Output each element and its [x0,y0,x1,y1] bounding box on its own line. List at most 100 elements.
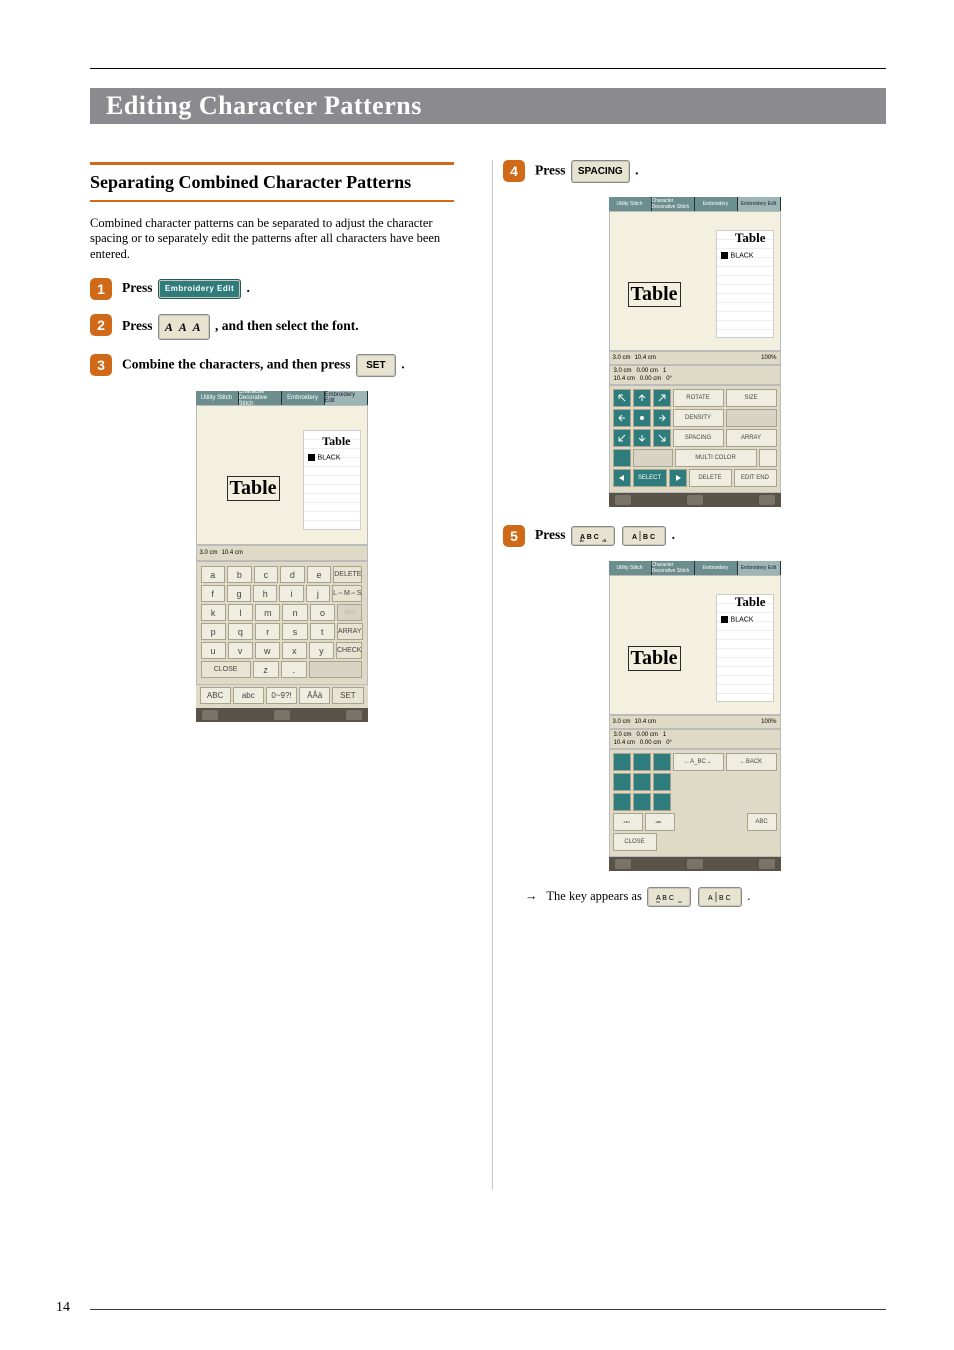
separate-left-button[interactable]: A B C [613,813,643,831]
move-right-button[interactable] [653,409,671,427]
key-o[interactable]: o [310,604,335,621]
key-f[interactable]: f [201,585,225,602]
next-select-button[interactable] [669,469,687,487]
tab-embroidery-edit[interactable]: Embroidery Edit [738,561,781,575]
set-button[interactable]: SET [356,354,396,377]
move-diag-dr-button[interactable] [653,429,671,447]
key-i[interactable]: i [279,585,303,602]
key-m[interactable]: m [255,604,280,621]
tab-embroidery[interactable]: Embroidery [282,391,325,405]
array-button[interactable]: ARRAY [726,429,777,447]
color-button[interactable] [613,449,631,467]
key-dot[interactable]: . [281,661,307,678]
size-button[interactable]: SIZE [726,389,777,407]
spacing-button[interactable]: SPACING [673,429,724,447]
key-b[interactable]: b [227,566,252,583]
move-diag-ul-button[interactable] [613,753,631,771]
tab-embroidery-edit[interactable]: Embroidery Edit [325,391,368,405]
move-up-button[interactable] [633,389,651,407]
move-up-button[interactable] [633,753,651,771]
key-d[interactable]: d [280,566,305,583]
key-x[interactable]: x [282,642,307,659]
key-size[interactable]: L⇔M⇔S [332,585,362,602]
tab-decorative[interactable]: Character Decorative Stitch [652,197,695,211]
separate-left-button-result[interactable]: A B C [647,887,691,907]
move-left-button[interactable] [613,773,631,791]
key-array[interactable]: ARRAY [337,623,363,640]
font-select-button[interactable]: A A A [158,314,210,340]
move-down-button[interactable] [633,793,651,811]
select-button[interactable]: SELECT [633,469,667,487]
key-g[interactable]: g [227,585,251,602]
key-n[interactable]: n [282,604,307,621]
spacing-button[interactable]: SPACING [571,160,630,183]
mode-lower[interactable]: abc [233,687,264,704]
separate-cursor-button[interactable]: A|BC [645,813,675,831]
tab-embroidery[interactable]: Embroidery [695,197,738,211]
center-button[interactable] [633,409,651,427]
tab-utility[interactable]: Utility Stitch [196,391,239,405]
key-c[interactable]: c [254,566,279,583]
delete-button[interactable]: DELETE [689,469,732,487]
move-diag-ul-button[interactable] [613,389,631,407]
key-v[interactable]: v [228,642,253,659]
density-button[interactable]: DENSITY [673,409,724,427]
key-delete[interactable]: DELETE [333,566,362,583]
key-h[interactable]: h [253,585,277,602]
key-case[interactable]: abc [337,604,362,621]
key-y[interactable]: y [309,642,334,659]
key-w[interactable]: w [255,642,280,659]
tab-embroidery-edit[interactable]: Embroidery Edit [738,197,781,211]
mode-numsym[interactable]: 0~9?! [266,687,297,704]
step-text: Press [535,527,569,542]
key-q[interactable]: q [228,623,253,640]
thread-button[interactable] [759,449,777,467]
rotate-button[interactable]: ROTATE [673,389,724,407]
step-4: 4 Press SPACING . [503,160,886,183]
embroidery-edit-button[interactable]: Embroidery Edit [158,279,241,299]
step-text: Press [122,318,156,333]
move-left-button[interactable] [613,409,631,427]
separate-cursor-button-result[interactable]: AB C [698,887,742,907]
abc-button[interactable]: ABC [747,813,777,831]
tab-embroidery[interactable]: Embroidery [695,561,738,575]
back-button[interactable]: ←BACK [726,753,777,771]
key-z[interactable]: z [253,661,279,678]
edit-end-button[interactable]: EDIT END [734,469,777,487]
key-u[interactable]: u [201,642,226,659]
key-p[interactable]: p [201,623,226,640]
multicolor-button[interactable]: MULTI COLOR [675,449,757,467]
key-e[interactable]: e [307,566,332,583]
move-diag-ur-button[interactable] [653,389,671,407]
bottom-set-button[interactable]: SET [332,687,363,704]
move-diag-ur-button[interactable] [653,753,671,771]
mode-accents[interactable]: ÄÅä [299,687,330,704]
move-diag-dr-button[interactable] [653,793,671,811]
tab-utility[interactable]: Utility Stitch [609,197,652,211]
key-a[interactable]: a [201,566,226,583]
mode-upper[interactable]: ABC [200,687,231,704]
key-t[interactable]: t [310,623,335,640]
separate-cursor-button[interactable]: AB C [622,526,666,546]
key-j[interactable]: j [306,585,330,602]
move-right-button[interactable] [653,773,671,791]
close-button[interactable]: CLOSE [613,833,657,851]
mirror-button[interactable] [726,409,777,427]
key-close[interactable]: CLOSE [201,661,251,678]
info-count: 1 [663,368,666,374]
move-down-button[interactable] [633,429,651,447]
separate-left-button[interactable]: A B C [571,526,615,546]
key-r[interactable]: r [255,623,280,640]
move-diag-dl-button[interactable] [613,429,631,447]
prev-select-button[interactable] [613,469,631,487]
key-k[interactable]: k [201,604,226,621]
cursor-move-button[interactable]: ←A_BC→ [673,753,724,771]
key-l[interactable]: l [228,604,253,621]
tab-utility[interactable]: Utility Stitch [609,561,652,575]
tab-decorative[interactable]: Character Decorative Stitch [239,391,282,405]
key-check[interactable]: CHECK [336,642,363,659]
move-diag-dl-button[interactable] [613,793,631,811]
tab-decorative[interactable]: Character Decorative Stitch [652,561,695,575]
center-button[interactable] [633,773,651,791]
key-s[interactable]: s [282,623,307,640]
